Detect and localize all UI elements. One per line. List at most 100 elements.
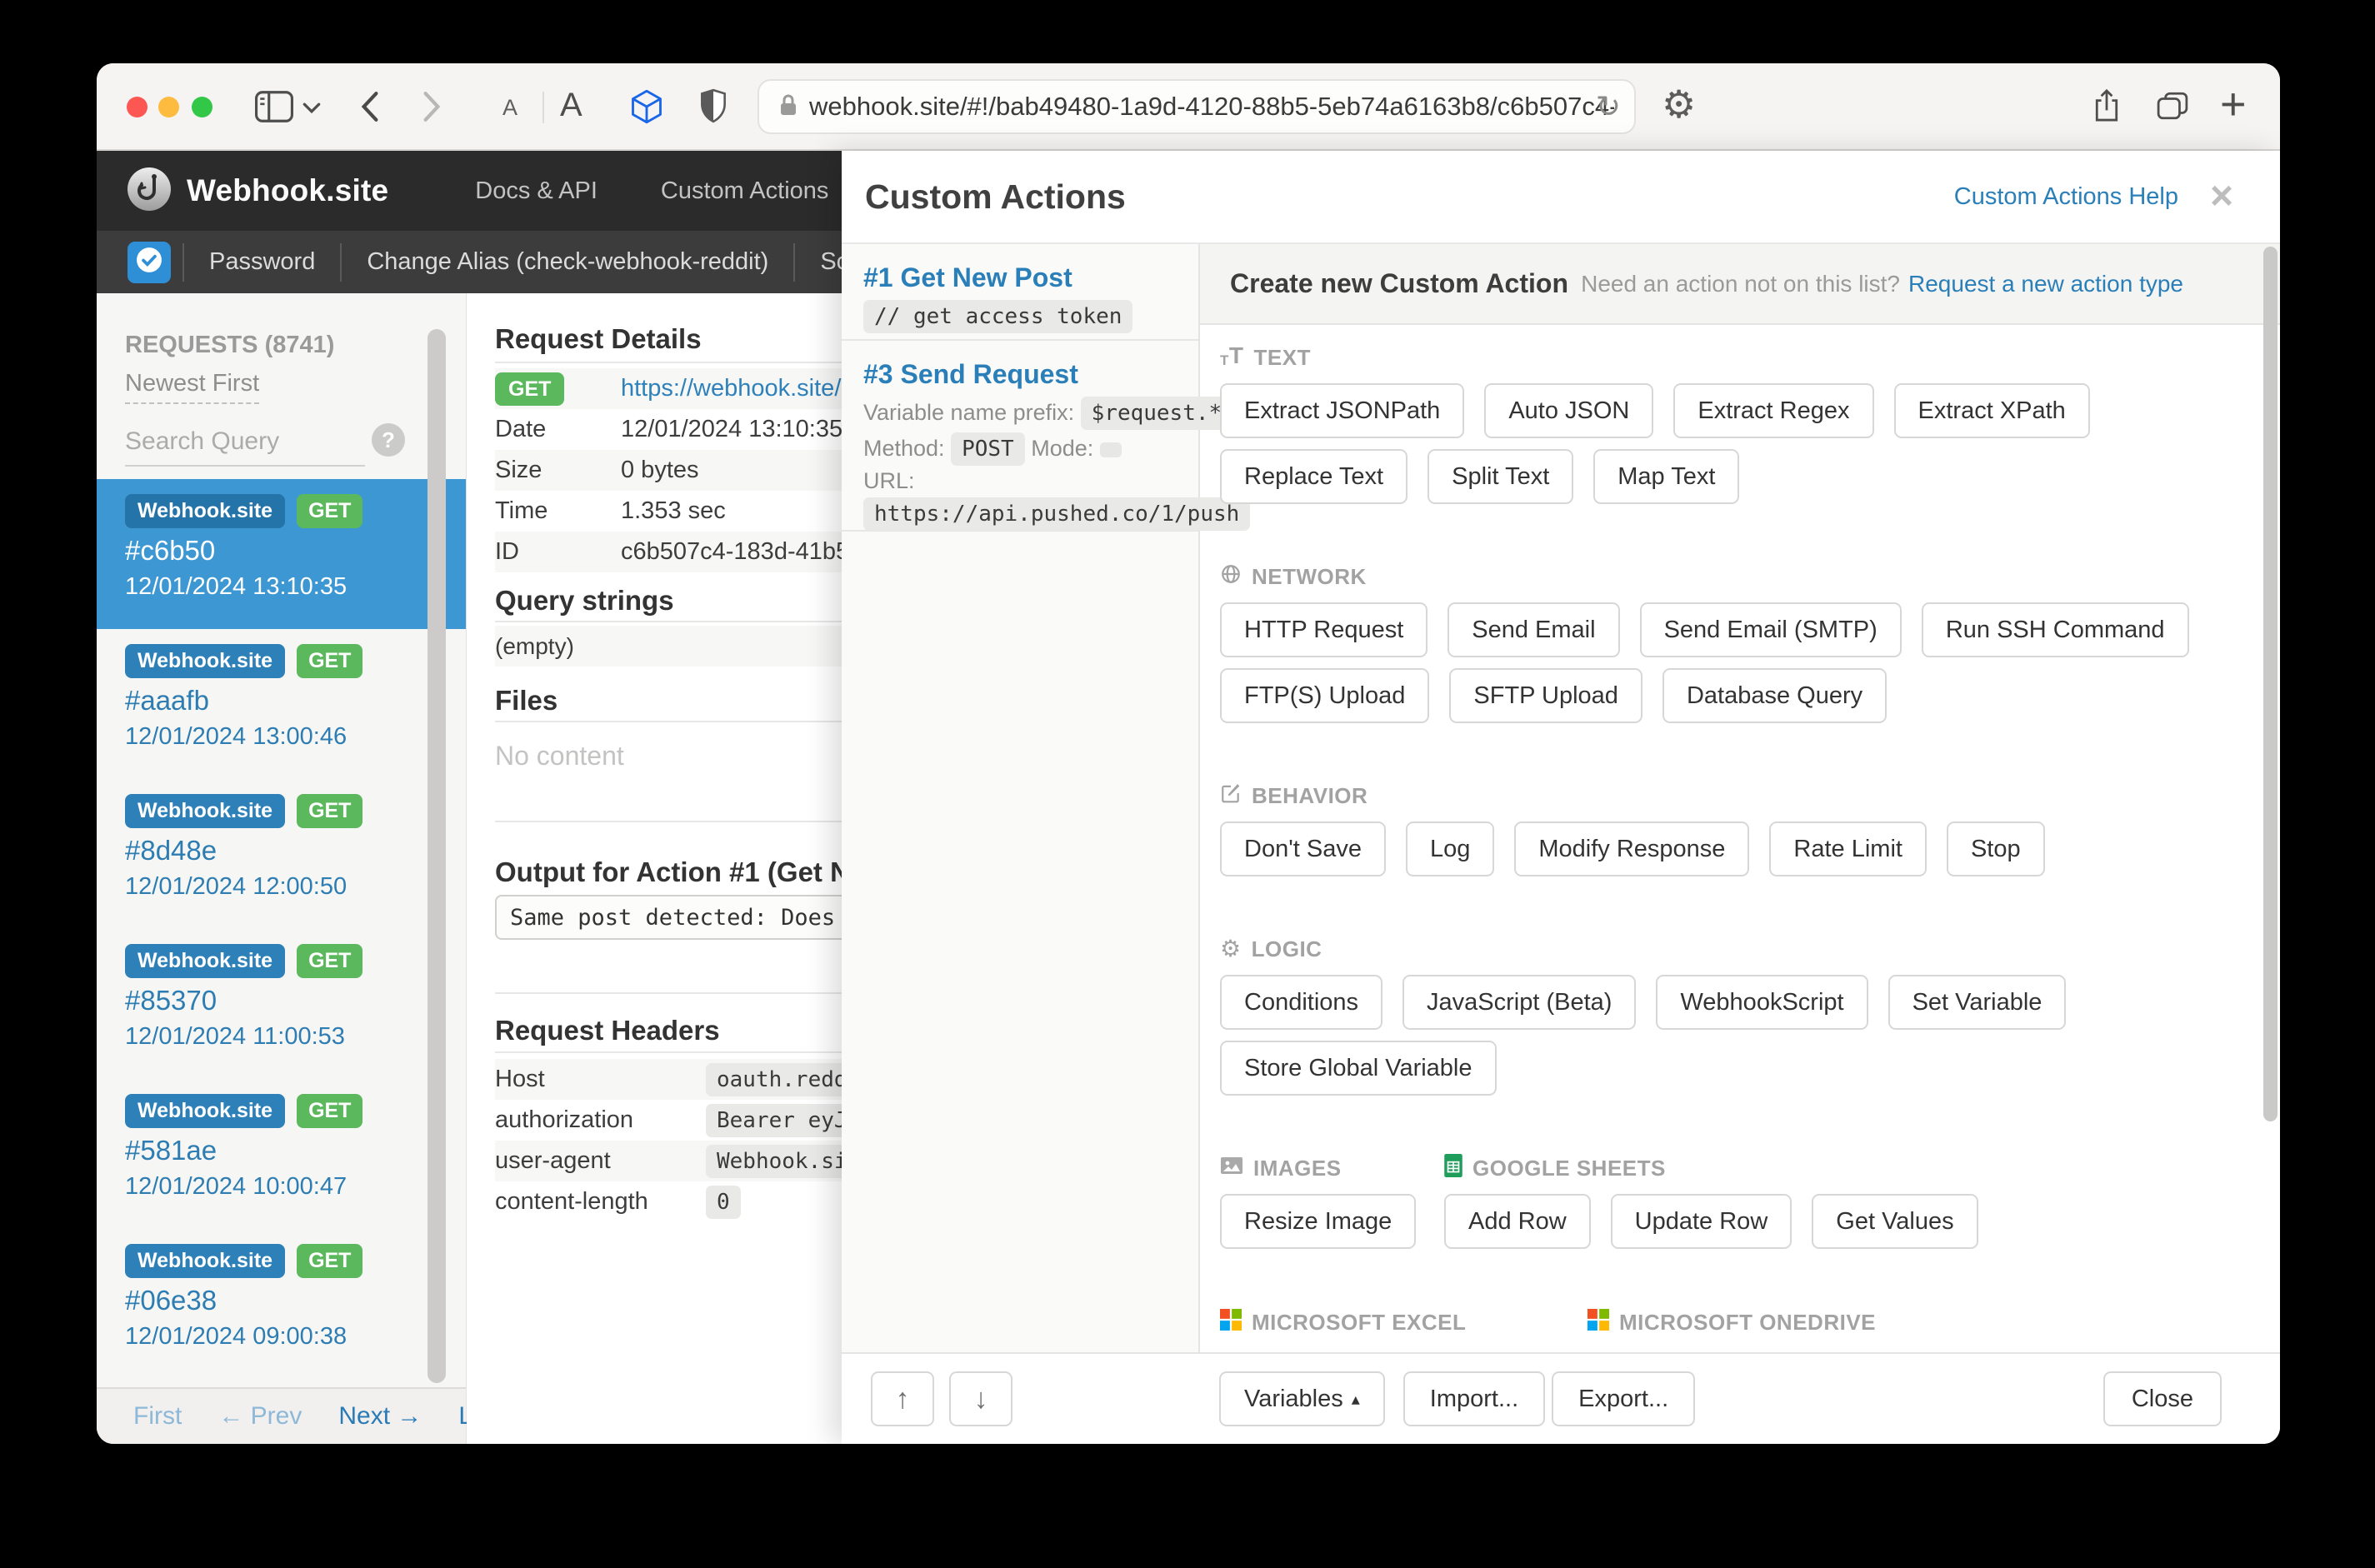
pagination-prev[interactable]: ← Prev: [218, 1402, 302, 1431]
pagination-next[interactable]: Next →: [338, 1402, 422, 1431]
nav-link-custom-actions[interactable]: Custom Actions: [661, 177, 828, 205]
minimize-window-button[interactable]: [158, 97, 179, 117]
run-ssh-command-button[interactable]: Run SSH Command: [1921, 602, 2189, 657]
action-1-title[interactable]: #1 Get New Post: [863, 262, 1177, 293]
edit-icon: [1220, 782, 1242, 810]
request-list-item[interactable]: Webhook.site GET #85370 12/01/2024 11:00:53: [97, 929, 466, 1079]
extract-regex-button[interactable]: Extract Regex: [1673, 383, 1874, 438]
store-global-variable-button[interactable]: Store Global Variable: [1220, 1041, 1497, 1096]
custom-actions-help-link[interactable]: Custom Actions Help: [1954, 183, 2178, 211]
close-icon[interactable]: ×: [2210, 177, 2233, 217]
send-email-smtp-button[interactable]: Send Email (SMTP): [1639, 602, 1902, 657]
extract-xpath-button[interactable]: Extract XPath: [1893, 383, 2090, 438]
extract-jsonpath-button[interactable]: Extract JSONPath: [1220, 383, 1465, 438]
webhook-logo-icon: [127, 167, 172, 216]
conditions-button[interactable]: Conditions: [1220, 975, 1383, 1030]
send-email-button[interactable]: Send Email: [1448, 602, 1620, 657]
request-hash[interactable]: #aaafb: [125, 685, 466, 717]
sftp-upload-button[interactable]: SFTP Upload: [1449, 668, 1642, 723]
get-values-button[interactable]: Get Values: [1812, 1194, 1978, 1249]
action-3-title[interactable]: #3 Send Request: [863, 359, 1177, 390]
stop-button[interactable]: Stop: [1946, 821, 2045, 876]
request-list-item[interactable]: Webhook.site GET #8d48e 12/01/2024 12:00:50: [97, 779, 466, 929]
brand[interactable]: Webhook.site: [127, 167, 388, 216]
action-item-1[interactable]: #1 Get New Post // get access token: [842, 244, 1198, 341]
search-input[interactable]: [125, 418, 365, 467]
modify-response-button[interactable]: Modify Response: [1514, 821, 1750, 876]
sort-dropdown[interactable]: Newest First: [125, 370, 260, 404]
request-list-item[interactable]: Webhook.site GET #aaafb 12/01/2024 13:00:46: [97, 629, 466, 779]
back-icon[interactable]: [360, 91, 380, 122]
url-field[interactable]: webhook.site/#!/bab49480-1a9d-4120-88b5-…: [758, 79, 1636, 134]
javascript-beta-button[interactable]: JavaScript (Beta): [1402, 975, 1637, 1030]
section-title: TEXT: [1253, 344, 1311, 370]
shield-icon[interactable]: [698, 88, 728, 123]
request-hash[interactable]: #06e38: [125, 1285, 466, 1316]
add-row-button[interactable]: Add Row: [1444, 1194, 1591, 1249]
request-url-link[interactable]: https://webhook.site/b: [621, 375, 855, 402]
search-help-icon[interactable]: ?: [372, 423, 405, 457]
update-row-button[interactable]: Update Row: [1610, 1194, 1792, 1249]
window-scrollbar[interactable]: [2263, 247, 2278, 1121]
mode-label: Mode:: [1031, 436, 1094, 461]
close-window-button[interactable]: [127, 97, 148, 117]
button-row: Replace Text Split Text Map Text: [1220, 449, 2280, 504]
webhookscript-button[interactable]: WebhookScript: [1656, 975, 1868, 1030]
header-name: user-agent: [495, 1147, 611, 1174]
map-text-button[interactable]: Map Text: [1593, 449, 1740, 504]
move-down-button[interactable]: ↓: [949, 1371, 1012, 1426]
database-query-button[interactable]: Database Query: [1662, 668, 1888, 723]
sidebar-scrollbar[interactable]: [428, 329, 446, 1383]
pagination-first[interactable]: First: [133, 1402, 182, 1431]
import-button[interactable]: Import...: [1402, 1371, 1546, 1426]
resize-image-button[interactable]: Resize Image: [1220, 1194, 1417, 1249]
details-label: ID: [495, 538, 519, 565]
request-hash[interactable]: #581ae: [125, 1135, 466, 1166]
request-hash[interactable]: #8d48e: [125, 835, 466, 866]
ftp-s-upload-button[interactable]: FTP(S) Upload: [1220, 668, 1430, 723]
header-value: 0: [706, 1185, 741, 1219]
tab-overview-icon[interactable]: [2157, 92, 2188, 120]
request-badges: Webhook.site GET: [125, 1094, 466, 1128]
text-smaller-icon[interactable]: A: [502, 95, 518, 121]
request-action-type-link[interactable]: Request a new action type: [1908, 271, 2183, 297]
auto-json-button[interactable]: Auto JSON: [1484, 383, 1654, 438]
details-label: Date: [495, 416, 547, 442]
extension-cube-icon[interactable]: [628, 88, 665, 125]
request-list-item[interactable]: Webhook.site GET #06e38 12/01/2024 09:00:38: [97, 1229, 466, 1379]
microsoft-onedrive-label: MICROSOFT ONEDRIVE: [1619, 1310, 1877, 1335]
reload-icon[interactable]: ↻: [1596, 89, 1621, 124]
method-badge: GET: [297, 494, 363, 528]
action-item-3[interactable]: #3 Send Request Variable name prefix: $r…: [842, 341, 1251, 532]
set-variable-button[interactable]: Set Variable: [1888, 975, 2067, 1030]
query-strings-title: Query strings: [495, 585, 674, 616]
request-list-item[interactable]: Webhook.site GET #c6b50 12/01/2024 13:10:35: [97, 479, 466, 629]
forward-icon[interactable]: [422, 91, 442, 122]
log-button[interactable]: Log: [1405, 821, 1495, 876]
don-t-save-button[interactable]: Don't Save: [1220, 821, 1386, 876]
sidebar-toggle-icon[interactable]: [255, 91, 293, 122]
text-larger-icon[interactable]: A: [560, 87, 582, 124]
zoom-window-button[interactable]: [192, 97, 212, 117]
move-up-button[interactable]: ↑: [871, 1371, 934, 1426]
rate-limit-button[interactable]: Rate Limit: [1769, 821, 1927, 876]
subnav-item-change-alias-check-webhook-reddit[interactable]: Change Alias (check-webhook-reddit): [342, 248, 793, 276]
google-sheets-icon: [1444, 1153, 1462, 1183]
variables-button[interactable]: Variables ▴: [1219, 1371, 1385, 1426]
http-request-button[interactable]: HTTP Request: [1220, 602, 1428, 657]
settings-gear-icon[interactable]: ⚙: [1662, 82, 1696, 127]
section-title: LOGIC: [1251, 936, 1322, 961]
split-text-button[interactable]: Split Text: [1428, 449, 1574, 504]
verified-check-button[interactable]: [128, 241, 171, 283]
nav-link-docs-api[interactable]: Docs & API: [475, 177, 598, 205]
replace-text-button[interactable]: Replace Text: [1220, 449, 1408, 504]
request-list-item[interactable]: Webhook.site GET #581ae 12/01/2024 10:00:47: [97, 1079, 466, 1229]
new-tab-icon[interactable]: +: [2220, 78, 2247, 130]
chevron-down-icon[interactable]: [302, 102, 321, 113]
request-hash[interactable]: #c6b50: [125, 535, 466, 567]
close-button[interactable]: Close: [2102, 1371, 2222, 1426]
share-icon[interactable]: [2093, 88, 2120, 123]
subnav-item-password[interactable]: Password: [184, 248, 340, 276]
request-hash[interactable]: #85370: [125, 985, 466, 1016]
export-button[interactable]: Export...: [1552, 1371, 1696, 1426]
